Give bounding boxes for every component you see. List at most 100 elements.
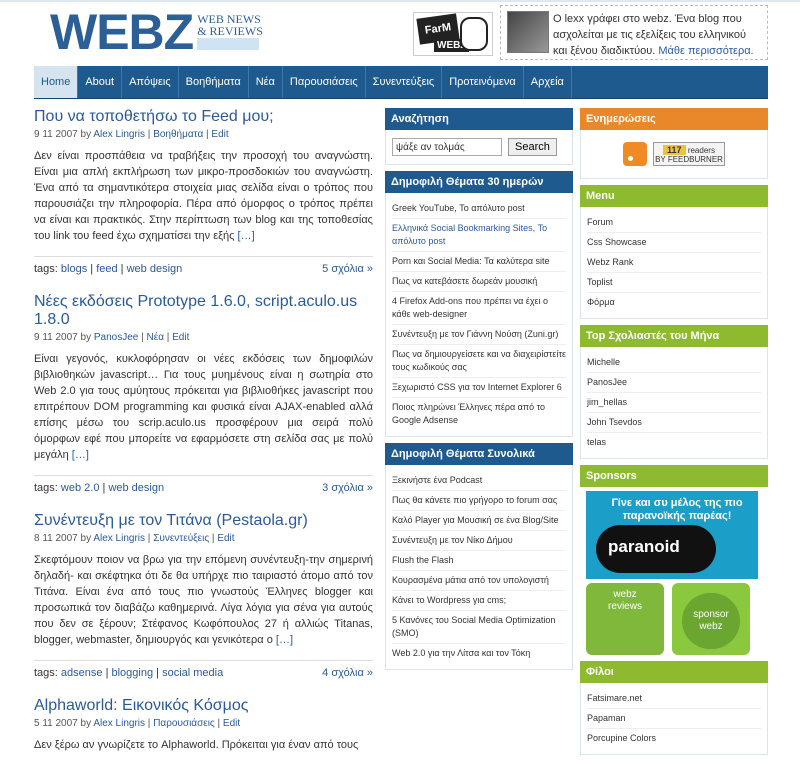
rss-icon[interactable] xyxy=(623,142,647,166)
sponsor-webz-tile[interactable]: sponsor webz xyxy=(672,583,750,655)
friend-item[interactable]: Porcupine Colors xyxy=(587,729,761,748)
updates-body: 117 readers BY FEEDBURNER xyxy=(580,130,768,179)
tag-link[interactable]: feed xyxy=(96,263,117,275)
sponsor-tiles: webz reviews sponsor webz xyxy=(586,583,768,655)
list-item[interactable]: 5 Κανόνες του Social Media Optimization … xyxy=(392,611,566,644)
tag-link[interactable]: web design xyxy=(127,263,183,275)
list-item[interactable]: Ξεκινήστε ένα Podcast xyxy=(392,471,566,491)
post-category-link[interactable]: Παρουσιάσεις xyxy=(153,718,215,729)
updates-title: Ενημερώσεις xyxy=(580,108,768,130)
commenter-item[interactable]: PanosJee xyxy=(587,373,761,393)
comments-link[interactable]: 4 σχόλια » xyxy=(322,667,373,679)
read-more-link[interactable]: […] xyxy=(238,230,255,242)
list-item[interactable]: Κουρασμένα μάτια από τον υπολογιστή xyxy=(392,571,566,591)
friends-box: Φίλοι Fatsimare.net Papaman Porcupine Co… xyxy=(580,661,768,755)
nav-guides[interactable]: Βοηθήματα xyxy=(179,66,249,98)
list-item[interactable]: Flush the Flash xyxy=(392,551,566,571)
post-edit-link[interactable]: Edit xyxy=(217,533,234,544)
friend-item[interactable]: Fatsimare.net xyxy=(587,689,761,709)
list-item[interactable]: Καλό Player για Μουσική σε ένα Blog/Site xyxy=(392,511,566,531)
list-item[interactable]: Πως θα κάνετε πιο γρήγορο το forum σας xyxy=(392,491,566,511)
comments-link[interactable]: 5 σχόλια » xyxy=(322,263,373,275)
comments-link[interactable]: 3 σχόλια » xyxy=(322,482,373,494)
list-item[interactable]: 4 Firefox Add-ons που πρέπει να έχει ο κ… xyxy=(392,292,566,325)
site-logo[interactable]: WEBZ WEB NEWS & REVIEWS xyxy=(50,7,263,57)
read-more-link[interactable]: […] xyxy=(72,449,89,461)
list-item[interactable]: Porn και Social Media: Τα καλύτερα site xyxy=(392,252,566,272)
post-excerpt: Είναι γεγονός, κυκλοφόρησαν οι νέες εκδό… xyxy=(34,351,373,463)
banner-text: Γίνε και συ μέλος της πιο παρανοϊκής παρ… xyxy=(611,497,743,522)
list-item[interactable]: Πως να δημιουργείσετε και να διαχειρίστε… xyxy=(392,345,566,378)
friend-item[interactable]: Papaman xyxy=(587,709,761,729)
feedburner-counter[interactable]: 117 readers BY FEEDBURNER xyxy=(653,142,725,166)
menu-title: Menu xyxy=(580,185,768,207)
post-title[interactable]: Συνέντευξη με τον Τιτάνα (Pestaola.gr) xyxy=(34,512,308,529)
author-box: Ο lexx γράφει στο webz. Ένα blog που ασχ… xyxy=(500,5,768,60)
nav-interviews[interactable]: Συνεντεύξεις xyxy=(366,66,443,98)
list-item[interactable]: Συνέντευξη με τον Νίκο Δήμου xyxy=(392,531,566,551)
paranoid-banner[interactable]: Γίνε και συ μέλος της πιο παρανοϊκής παρ… xyxy=(586,491,758,579)
learn-more-link[interactable]: Μάθε περισσότερα. xyxy=(658,45,753,57)
post-author-link[interactable]: Alex Lingris xyxy=(93,129,145,140)
post-tags-row: tags: web 2.0 | web design 3 σχόλια » xyxy=(34,475,373,494)
tags-label: tags: xyxy=(34,667,58,679)
popular-all-list: Ξεκινήστε ένα Podcast Πως θα κάνετε πιο … xyxy=(392,471,566,663)
tag-link[interactable]: web 2.0 xyxy=(61,482,100,494)
list-item[interactable]: Κάνει το Wordpress για cms; xyxy=(392,591,566,611)
commenter-item[interactable]: John Tsevdos xyxy=(587,413,761,433)
post-category-link[interactable]: Νέα xyxy=(147,332,164,343)
popular-all-box: Δημοφιλή Θέματα Συνολικά Ξεκινήστε ένα P… xyxy=(385,443,573,670)
post-title[interactable]: Που να τοποθετήσω το Feed μου; xyxy=(34,108,274,125)
list-item[interactable]: Ποιος πληρώνει Έλληνες πέρα από το Googl… xyxy=(392,398,566,430)
tag-link[interactable]: social media xyxy=(162,667,223,679)
menu-item[interactable]: Css Showcase xyxy=(587,233,761,253)
read-more-link[interactable]: […] xyxy=(276,634,293,646)
post-title[interactable]: Νέες εκδόσεις Prototype 1.6.0, script.ac… xyxy=(34,293,357,328)
post-category-link[interactable]: Βοηθήματα xyxy=(153,129,203,140)
menu-item[interactable]: Φόρμα xyxy=(587,293,761,312)
tag-link[interactable]: blogging xyxy=(112,667,154,679)
list-item[interactable]: Συνέντευξη με τον Γιάννη Νούση (Zuni.gr) xyxy=(392,325,566,345)
list-item[interactable]: Web 2.0 για την Λίτσα και τον Τόκη xyxy=(392,644,566,663)
post-author-link[interactable]: Alex Lingris xyxy=(93,533,145,544)
webz-reviews-tile[interactable]: webz reviews xyxy=(586,583,664,655)
search-input[interactable] xyxy=(392,138,502,156)
commenter-item[interactable]: Michelle xyxy=(587,353,761,373)
menu-body: Forum Css Showcase Webz Rank Toplist Φόρ… xyxy=(580,207,768,319)
search-box: Αναζήτηση Search xyxy=(385,108,573,165)
menu-item[interactable]: Forum xyxy=(587,213,761,233)
nav-home[interactable]: Home xyxy=(34,66,79,98)
nav-featured[interactable]: Προτεινόμενα xyxy=(442,66,524,98)
nav-presentations[interactable]: Παρουσιάσεις xyxy=(283,66,366,98)
reader-count: 117 xyxy=(663,144,686,155)
farm-webz-badge[interactable]: FarM WEBZ xyxy=(413,12,493,56)
post-tags-row: tags: blogs | feed | web design 5 σχόλια… xyxy=(34,256,373,275)
tag-link[interactable]: adsense xyxy=(61,667,103,679)
commenter-item[interactable]: telas xyxy=(587,433,761,452)
list-item[interactable]: Ξεχωριστό CSS για τον Internet Explorer … xyxy=(392,378,566,398)
tag-link[interactable]: blogs xyxy=(61,263,87,275)
list-item[interactable]: Πως να κατεβάσετε δωρεάν μουσική xyxy=(392,272,566,292)
post-edit-link[interactable]: Edit xyxy=(172,332,189,343)
tag-link[interactable]: web design xyxy=(108,482,164,494)
post-edit-link[interactable]: Edit xyxy=(223,718,240,729)
tags-label: tags: xyxy=(34,482,58,494)
nav-about[interactable]: About xyxy=(78,66,123,98)
list-item[interactable]: Greek YouTube, Το απόλυτο post xyxy=(392,199,566,219)
nav-opinions[interactable]: Απόψεις xyxy=(122,66,179,98)
post-author-link[interactable]: PanosJee xyxy=(94,332,138,343)
menu-item[interactable]: Webz Rank xyxy=(587,253,761,273)
sponsors-title: Sponsors xyxy=(580,465,768,487)
nav-archives[interactable]: Αρχεία xyxy=(524,66,572,98)
nav-news[interactable]: Νέα xyxy=(249,66,283,98)
main-nav: Home About Απόψεις Βοηθήματα Νέα Παρουσι… xyxy=(34,66,768,99)
post-author-link[interactable]: Alex Lingris xyxy=(93,718,145,729)
post-edit-link[interactable]: Edit xyxy=(211,129,228,140)
post-category-link[interactable]: Συνεντεύξεις xyxy=(153,533,209,544)
list-item[interactable]: Ελληνικά Social Bookmarking Sites, Το απ… xyxy=(392,219,566,252)
commenter-item[interactable]: jim_hellas xyxy=(587,393,761,413)
post-title[interactable]: Alphaworld: Εικονικός Κόσμος xyxy=(34,697,248,714)
menu-item[interactable]: Toplist xyxy=(587,273,761,293)
search-button[interactable]: Search xyxy=(508,138,557,156)
post-date: 8 11 2007 xyxy=(34,533,78,544)
